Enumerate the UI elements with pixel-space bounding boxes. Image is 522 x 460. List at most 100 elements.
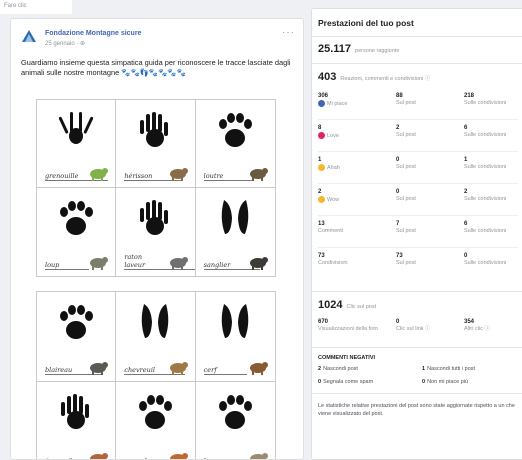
squirrel-animal-icon (90, 453, 109, 459)
frog-track-icon (59, 112, 94, 144)
post-header: Fondazione Montagne sicure 25 gennaio · … (11, 19, 303, 49)
track-cell: renard (116, 382, 196, 459)
otter-track-icon (219, 113, 253, 147)
divider (312, 347, 522, 348)
row-divider (318, 183, 518, 184)
top-bar: Fare clic (0, 0, 72, 14)
stag-track-icon (222, 304, 249, 338)
reaction-icon (318, 100, 325, 107)
lynx-animal-icon (250, 453, 268, 459)
reaction-total: 1 Ahah (318, 157, 340, 171)
post-card: Fondazione Montagne sicure 25 gennaio · … (10, 18, 304, 460)
reaction-row: 8 Love 2 Sul post 6 Sulle condivisioni (318, 125, 522, 147)
post-text: Guardiamo insieme questa simpatica guida… (21, 58, 291, 77)
clicks-stat: 1024 Clic sul post (318, 299, 376, 311)
track-cell: cerf (195, 292, 275, 382)
negative-unlike: 0 Non mi piace più (422, 379, 469, 385)
otter-animal-icon (250, 168, 268, 181)
divider (312, 36, 522, 37)
reaction-on-shares: 6 Sulle condivisioni (464, 221, 507, 234)
boar-animal-icon (250, 257, 268, 270)
animal-caption: loutre (203, 172, 254, 181)
row-divider (318, 215, 518, 216)
reaction-on-post: 73 Sul post (396, 253, 416, 266)
negative-hide-all: 1 Nascondi tutti i post (422, 366, 476, 372)
reaction-icon (318, 132, 325, 139)
badger-animal-icon (90, 362, 109, 375)
reaction-row: 2 Wow 0 Sul post 2 Sulle condivisioni (318, 189, 522, 211)
engagement-stat: 403 Reazioni, commenti e condivisioni ⓘ (318, 71, 430, 83)
reach-label: persone raggiunte (355, 48, 400, 54)
wolf-animal-icon (90, 257, 109, 270)
reaction-on-post: 0 Sul post (396, 189, 416, 202)
deer-track-icon (142, 304, 169, 338)
track-cell: loutre (195, 100, 275, 188)
post-date: 25 gennaio · ⊕ (45, 41, 86, 47)
fox-track-icon (139, 395, 173, 429)
hedgehog-track-icon (140, 112, 169, 147)
lynx-track-icon (219, 395, 253, 429)
tracks-image-1[interactable]: grenouille hérisson loutre loup raton laveur… (36, 99, 276, 277)
reaction-total: 2 Wow (318, 189, 340, 203)
raccoon-animal-icon (169, 257, 188, 270)
divider (312, 63, 522, 64)
reaction-on-shares: 218 Sulle condivisioni (464, 93, 507, 106)
row-divider (318, 151, 518, 152)
track-cell: loup (37, 188, 117, 276)
squirrel-track-icon (61, 394, 90, 429)
reaction-total: 8 Love (318, 125, 339, 139)
reaction-on-post: 7 Sul post (396, 221, 416, 234)
reaction-on-shares: 1 Sulle condivisioni (464, 157, 507, 170)
track-cell: raton laveur (116, 188, 196, 276)
reach-value: 25.117 (318, 43, 352, 55)
stag-animal-icon (250, 362, 268, 375)
reaction-total: 306 Mi piace (318, 93, 348, 107)
page-name-link[interactable]: Fondazione Montagne sicure (45, 30, 141, 37)
reaction-on-shares: 2 Sulle condivisioni (464, 189, 507, 202)
click-photo-views: 670 Visualizzazioni della foto (318, 319, 378, 332)
fox-animal-icon (169, 453, 188, 459)
engagement-label: Reazioni, commenti e condivisioni ⓘ (340, 76, 431, 82)
row-divider (318, 119, 518, 120)
hedgehog-animal-icon (169, 168, 188, 181)
deer-animal-icon (169, 362, 188, 375)
post-options-icon[interactable]: ··· (282, 27, 295, 38)
tracks-image-2[interactable]: blaireauchevreuil cerf écureuilrenardlynx (36, 291, 276, 459)
frog-animal-icon (90, 168, 109, 181)
track-cell: grenouille (37, 100, 117, 188)
track-cell: lynx (196, 382, 275, 459)
negative-report-spam: 0 Segnala come spam (318, 379, 374, 385)
reaction-row: 306 Mi piace 88 Sul post 218 Sulle condivisio… (318, 93, 522, 115)
reaction-on-post: 88 Sul post (396, 93, 416, 106)
insights-panel: Prestazioni del tuo post 25.117 persone r… (311, 8, 522, 460)
negative-feedback-title: COMMENTI NEGATIVI (318, 355, 376, 361)
badger-track-icon (60, 305, 94, 339)
track-cell: chevreuil (116, 292, 196, 382)
engagement-value: 403 (318, 71, 337, 83)
row-divider (318, 247, 518, 248)
clicks-value: 1024 (318, 299, 343, 311)
divider (312, 291, 522, 292)
panel-title: Prestazioni del tuo post (318, 18, 414, 28)
negative-hide-post: 2 Nascondi post (318, 366, 358, 372)
reaction-row: 13 Commenti 7 Sul post 6 Sulle condivisioni (318, 221, 522, 243)
reaction-on-post: 0 Sul post (396, 157, 416, 170)
clicks-label: Clic sul post (346, 304, 377, 310)
click-other: 354 Altri clic ⓘ (464, 319, 490, 332)
track-cell: sanglier (196, 188, 275, 276)
raccoon-track-icon (140, 200, 169, 235)
reaction-icon (318, 164, 325, 171)
reach-stat: 25.117 persone raggiunte (318, 43, 399, 55)
track-cell: blaireau (37, 292, 117, 382)
wolf-track-icon (60, 201, 94, 235)
animal-caption: loup (45, 261, 90, 270)
clicks-breakdown: 670 Visualizzazioni della foto 0 Clic sul … (318, 319, 522, 341)
boar-track-icon (222, 200, 249, 234)
insights-footnote: Le statistiche relative prestazioni del … (318, 403, 515, 417)
animal-caption: cerf (203, 366, 247, 375)
reaction-row: 73 Condivisioni 73 Sul post 0 Sulle condivisi… (318, 253, 522, 275)
reaction-total: 13 Commenti (318, 221, 344, 234)
page-logo-icon[interactable] (21, 29, 37, 45)
track-cell: écureuil (37, 382, 117, 459)
top-bar-text: Fare clic (4, 3, 27, 9)
